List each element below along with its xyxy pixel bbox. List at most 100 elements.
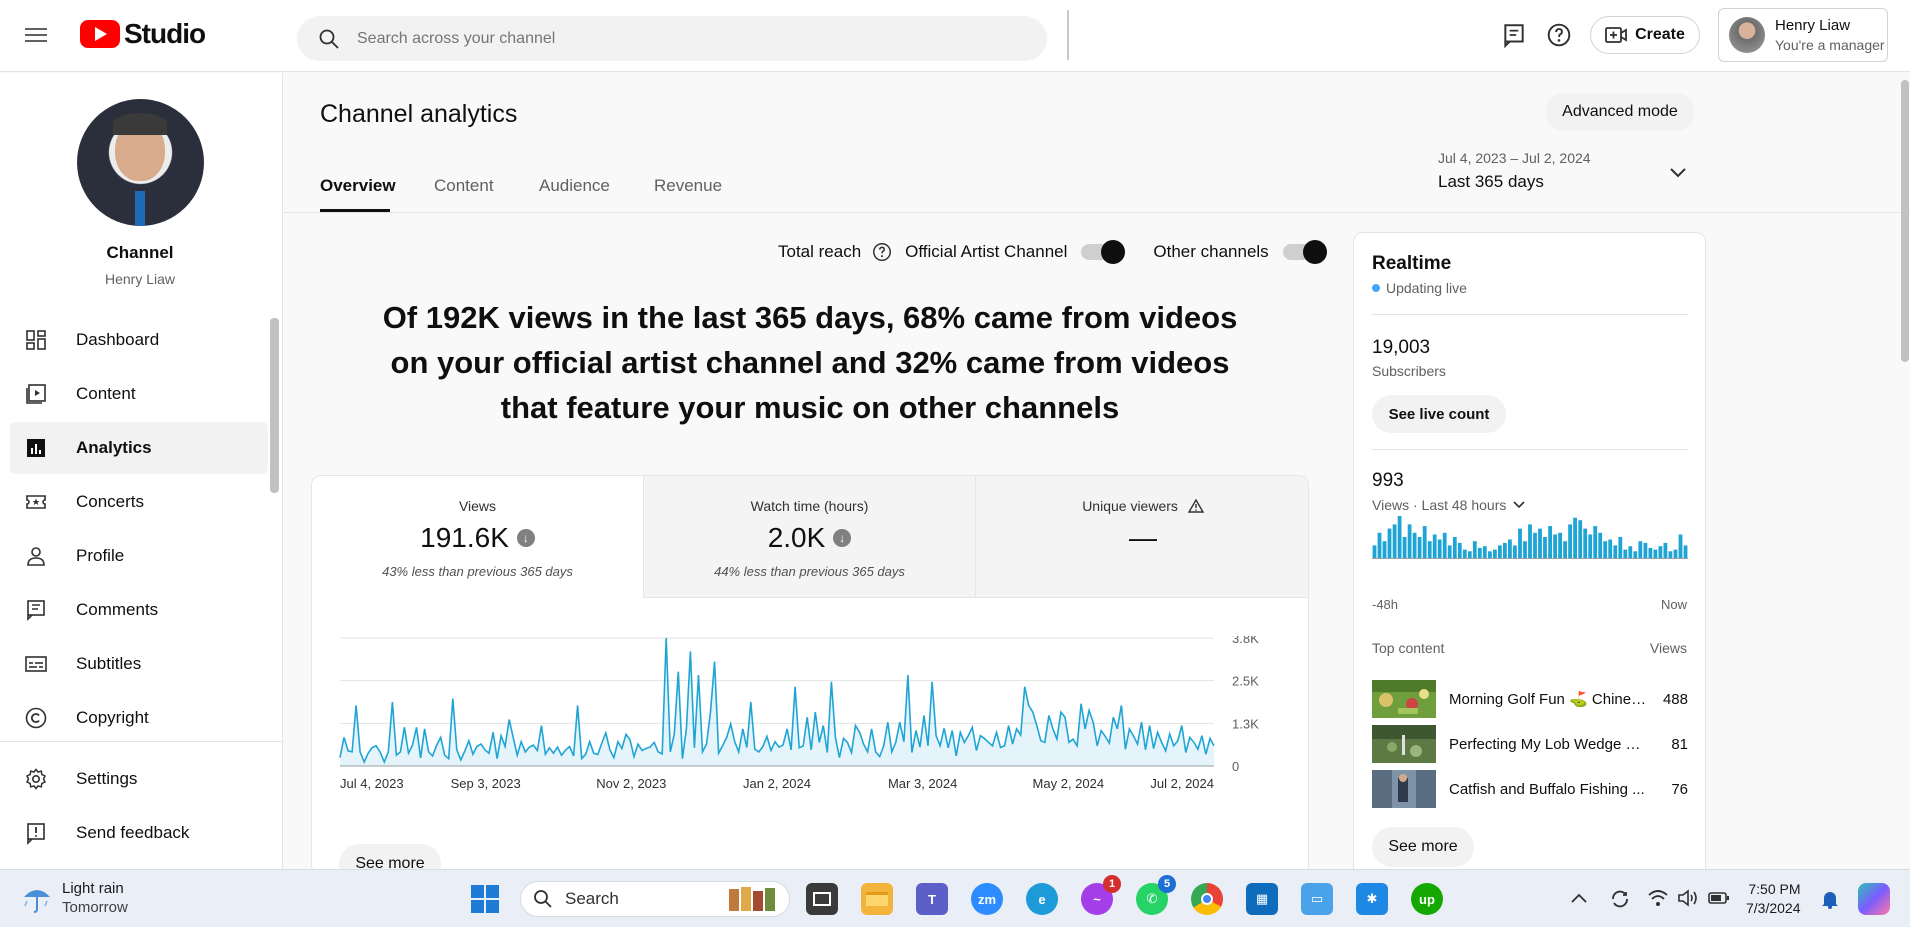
- realtime-bar: [1417, 537, 1422, 558]
- see-live-count-button[interactable]: See live count: [1372, 395, 1506, 433]
- sidebar-item-settings[interactable]: Settings: [10, 753, 268, 805]
- content-icon: [26, 384, 46, 404]
- realtime-bar: [1412, 532, 1417, 558]
- sidebar-item-profile[interactable]: Profile: [10, 530, 268, 582]
- divider: [1372, 449, 1688, 450]
- sidebar-item-comments[interactable]: Comments: [10, 584, 268, 636]
- sidebar-item-label: Subtitles: [76, 654, 142, 673]
- sidebar-item-content[interactable]: Content: [10, 368, 268, 420]
- task-view-icon[interactable]: [806, 883, 838, 915]
- sidebar-item-subtitles[interactable]: Subtitles: [10, 638, 268, 690]
- create-button[interactable]: Create: [1590, 16, 1700, 54]
- system-clock[interactable]: 7:50 PM 7/3/2024: [1746, 880, 1801, 918]
- realtime-title: Realtime: [1372, 253, 1452, 274]
- studio-logo[interactable]: Studio: [80, 18, 206, 50]
- metric-watch-time[interactable]: Watch time (hours) 2.0K ↓ 44% less than p…: [644, 476, 976, 598]
- axis-end-label: Now: [1660, 597, 1687, 612]
- taskbar-search[interactable]: Search: [520, 881, 790, 917]
- tab-revenue[interactable]: Revenue: [654, 176, 722, 196]
- video-title: Morning Golf Fun ⛳ Chinese...: [1449, 691, 1649, 708]
- top-content-item[interactable]: Perfecting My Lob Wedge Skills... 81: [1372, 725, 1688, 763]
- realtime-bar: [1573, 517, 1577, 558]
- sidebar-item-concerts[interactable]: Concerts: [10, 476, 268, 528]
- weather-widget[interactable]: Light rain Tomorrow: [20, 880, 128, 916]
- sidebar-item-analytics[interactable]: Analytics: [10, 422, 268, 474]
- wifi-icon[interactable]: [1647, 888, 1669, 908]
- video-title: Catfish and Buffalo Fishing ...: [1449, 780, 1645, 798]
- person-icon: [27, 547, 45, 566]
- whatsapp-icon[interactable]: ✆ 5: [1136, 875, 1176, 915]
- sync-icon[interactable]: [1608, 887, 1632, 911]
- upwork-icon[interactable]: up: [1411, 883, 1443, 915]
- realtime-bar: [1513, 545, 1517, 558]
- help-icon[interactable]: [1546, 22, 1572, 48]
- x-tick-label: Sep 3, 2023: [451, 776, 521, 791]
- views-period-dropdown[interactable]: Views · Last 48 hours: [1372, 497, 1526, 513]
- realtime-bar: [1387, 528, 1392, 558]
- tab-overview[interactable]: Overview: [320, 176, 396, 196]
- volume-icon[interactable]: [1677, 888, 1699, 908]
- realtime-bar: [1372, 545, 1377, 558]
- create-video-icon: [1605, 27, 1627, 43]
- views-chart[interactable]: 3.8K 2.5K 1.3K 0 Jul 4, 2023 Sep 3, 2023 Nov 2…: [312, 636, 1309, 836]
- other-channels-toggle[interactable]: [1282, 240, 1327, 264]
- total-reach-label: Total reach: [778, 242, 862, 261]
- channel-avatar[interactable]: [77, 99, 204, 226]
- x-tick-label: Jan 2, 2024: [743, 776, 811, 791]
- see-more-button[interactable]: See more: [1372, 827, 1474, 867]
- realtime-bar: [1553, 534, 1557, 558]
- windows-start-icon[interactable]: [470, 884, 500, 914]
- search-icon: [534, 890, 552, 908]
- chrome-icon[interactable]: [1191, 883, 1223, 915]
- windows-taskbar: Light rain Tomorrow Search T zm e ~1 ✆ 5 …: [0, 869, 1910, 927]
- sidebar-item-label: Profile: [76, 546, 125, 565]
- realtime-status: Updating live: [1372, 280, 1467, 296]
- search-bar[interactable]: [297, 16, 1047, 61]
- sidebar-scrollbar[interactable]: [270, 318, 279, 493]
- metric-unique-viewers[interactable]: Unique viewers —: [976, 476, 1308, 598]
- battery-icon[interactable]: [1708, 890, 1730, 906]
- date-range-picker[interactable]: Jul 4, 2023 – Jul 2, 2024 Last 365 days: [1438, 150, 1698, 198]
- metric-value: 191.6K: [420, 522, 509, 553]
- edge-icon[interactable]: e: [1026, 883, 1058, 915]
- advanced-mode-button[interactable]: Advanced mode: [1545, 93, 1695, 131]
- sidebar-item-send-feedback[interactable]: Send feedback: [10, 807, 268, 859]
- network-app-icon[interactable]: ✱: [1356, 883, 1388, 915]
- weather-time: Tomorrow: [62, 899, 128, 916]
- metric-views[interactable]: Views 191.6K ↓ 43% less than previous 365…: [312, 476, 644, 598]
- top-content-item[interactable]: Catfish and Buffalo Fishing ... 76: [1372, 770, 1688, 808]
- copilot-icon[interactable]: [1858, 883, 1890, 915]
- page-scrollbar[interactable]: [1901, 80, 1909, 362]
- channel-title: Channel: [106, 243, 174, 262]
- overview-card: Views 191.6K ↓ 43% less than previous 365…: [311, 475, 1309, 875]
- realtime-bar: [1563, 541, 1567, 558]
- teams-icon[interactable]: T: [916, 883, 948, 915]
- account-switcher[interactable]: Henry Liaw You're a manager: [1718, 8, 1888, 62]
- sidebar-item-copyright[interactable]: Copyright: [10, 692, 268, 744]
- menu-icon[interactable]: [24, 24, 48, 48]
- feedback-icon[interactable]: [1501, 22, 1527, 48]
- app-icon[interactable]: ▭: [1301, 883, 1333, 915]
- tab-content[interactable]: Content: [434, 176, 494, 196]
- file-explorer-icon[interactable]: [861, 883, 893, 915]
- chevron-down-icon: [1670, 168, 1686, 178]
- metric-value: —: [1129, 522, 1157, 553]
- realtime-bar: [1623, 549, 1628, 558]
- notification-bell-icon[interactable]: [1820, 889, 1840, 909]
- search-highlight-icon: [729, 887, 775, 911]
- messenger-icon[interactable]: ~1: [1081, 875, 1121, 915]
- zoom-icon[interactable]: zm: [971, 883, 1003, 915]
- sidebar-item-dashboard[interactable]: Dashboard: [10, 314, 268, 366]
- tab-audience[interactable]: Audience: [539, 176, 610, 196]
- official-artist-channel-toggle[interactable]: [1081, 240, 1126, 264]
- realtime-bar: [1533, 532, 1537, 558]
- realtime-bar-chart[interactable]: [1372, 513, 1688, 583]
- realtime-bar: [1578, 520, 1583, 558]
- top-content-item[interactable]: Morning Golf Fun ⛳ Chinese... 488: [1372, 680, 1688, 718]
- help-icon[interactable]: [871, 241, 893, 263]
- chevron-up-icon[interactable]: [1570, 892, 1588, 904]
- microsoft-store-icon[interactable]: ▦: [1246, 883, 1278, 915]
- realtime-bar: [1548, 526, 1552, 558]
- search-input[interactable]: [357, 29, 957, 48]
- page-title: Channel analytics: [320, 100, 518, 128]
